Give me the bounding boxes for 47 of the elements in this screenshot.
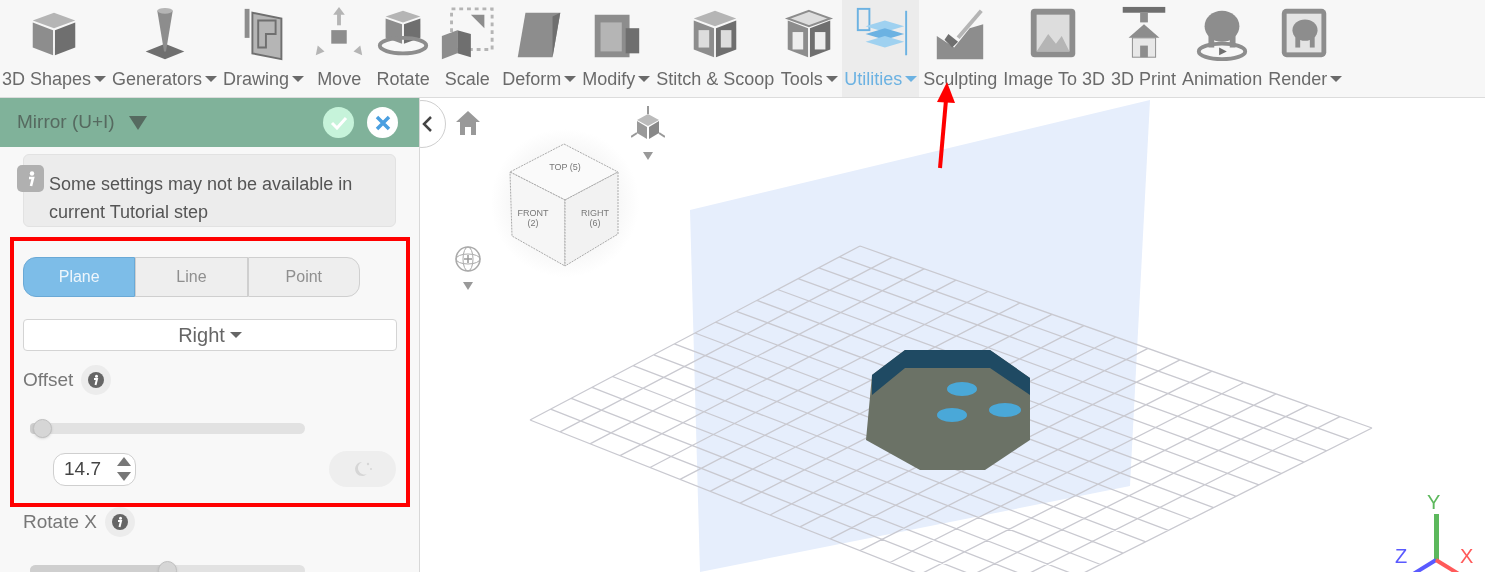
tool-button[interactable]: Scale <box>436 0 499 97</box>
cube-face-label[interactable]: FRONT (2) <box>515 208 551 228</box>
cube-face-label[interactable]: RIGHT (6) <box>577 208 613 228</box>
axis-label: Y <box>1427 492 1441 512</box>
info-icon[interactable] <box>81 365 112 395</box>
checkmark-icon <box>329 115 348 130</box>
tool-button[interactable]: Modify <box>580 0 653 97</box>
tool-button[interactable]: Animation <box>1180 0 1265 97</box>
room-model-drawing[interactable] <box>866 350 1030 470</box>
tool-button[interactable]: Deform <box>500 0 579 97</box>
spinner-arrows-icon[interactable] <box>117 456 131 482</box>
tool-button[interactable]: Move <box>308 0 371 97</box>
tool-button[interactable]: 3D Shapes <box>0 0 109 97</box>
collapse-triangle-icon[interactable] <box>128 115 147 130</box>
slider-thumb[interactable] <box>32 419 52 438</box>
panel-title: Mirror (U+I) <box>17 110 115 135</box>
close-icon <box>374 114 391 131</box>
home-icon[interactable] <box>455 110 481 136</box>
caret-icon <box>229 331 242 339</box>
tool-button[interactable]: Sculpting <box>921 0 1000 97</box>
axis-label: Z <box>1395 546 1408 566</box>
tool-button[interactable]: 3D Print <box>1109 0 1179 97</box>
tool-button[interactable]: Tools <box>778 0 841 97</box>
tool-button[interactable]: Drawing <box>221 0 307 97</box>
info-icon[interactable] <box>104 507 135 537</box>
mode-tab[interactable]: Point <box>247 257 360 297</box>
tool-button[interactable]: Stitch & Scoop <box>654 0 777 97</box>
tool-button[interactable]: Render <box>1266 0 1345 97</box>
tool-button[interactable]: Rotate <box>372 0 435 97</box>
view-cube-drawing[interactable] <box>508 142 622 268</box>
notice-text: Some settings may not be available in current Tutorial step <box>49 173 354 224</box>
orientation-dropdown[interactable]: Right <box>23 319 397 351</box>
offset-input[interactable]: 14.7 <box>53 452 136 486</box>
field-label: Rotate X <box>23 509 97 534</box>
axis-label: X <box>1460 546 1474 566</box>
orbit-globe-icon[interactable] <box>454 246 482 292</box>
close-button[interactable] <box>367 107 398 138</box>
info-icon <box>17 165 44 192</box>
chevron-left-icon <box>422 116 432 132</box>
field-label: Offset <box>23 367 74 392</box>
cube-face-label[interactable]: TOP (5) <box>547 162 583 172</box>
moon-icon <box>352 460 373 478</box>
cube-axes-icon[interactable] <box>631 106 665 162</box>
tool-button[interactable]: Image To 3D <box>1001 0 1108 97</box>
tool-button[interactable]: Generators <box>110 0 220 97</box>
mode-tab[interactable]: Line <box>135 257 248 297</box>
confirm-button[interactable] <box>323 107 354 138</box>
